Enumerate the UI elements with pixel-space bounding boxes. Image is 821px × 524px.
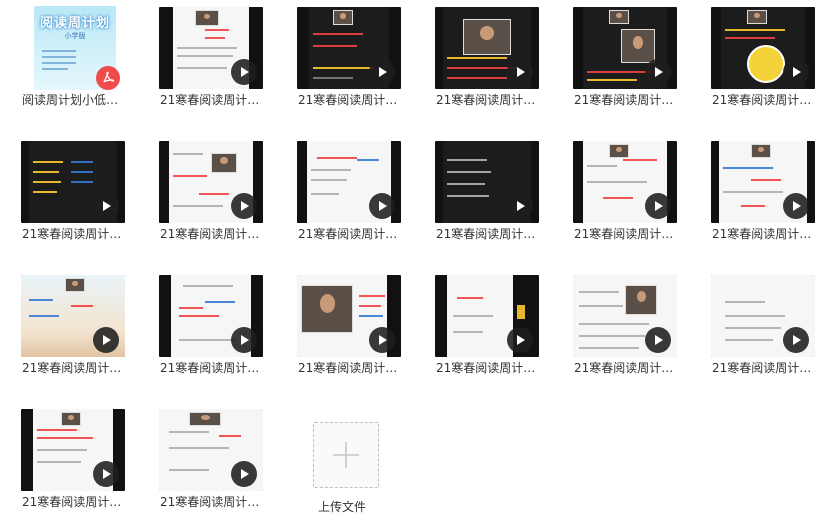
play-icon[interactable]	[231, 59, 257, 85]
file-name: 阅读周计划小低…	[22, 93, 119, 107]
file-name: 21寒春阅读周计…	[298, 93, 398, 107]
play-icon[interactable]	[369, 193, 395, 219]
file-name: 21寒春阅读周计…	[574, 227, 674, 241]
file-item[interactable]: 阅读周计划 小学版 阅读周计划小低…	[4, 0, 134, 118]
file-name: 21寒春阅读周计…	[160, 93, 260, 107]
play-icon[interactable]	[645, 327, 671, 353]
play-icon[interactable]	[507, 59, 533, 85]
play-icon[interactable]	[783, 327, 809, 353]
file-item[interactable]: 21寒春阅读周计…	[418, 268, 548, 386]
file-item[interactable]: 21寒春阅读周计…	[418, 134, 548, 252]
file-name: 21寒春阅读周计…	[436, 227, 536, 241]
file-item[interactable]: 21寒春阅读周计…	[694, 0, 821, 118]
file-name: 21寒春阅读周计…	[712, 93, 812, 107]
file-item[interactable]: 21寒春阅读周计…	[280, 134, 410, 252]
play-icon[interactable]	[507, 327, 533, 353]
file-name: 21寒春阅读周计…	[574, 361, 674, 375]
file-name: 21寒春阅读周计…	[160, 227, 260, 241]
play-icon[interactable]	[645, 59, 671, 85]
play-icon[interactable]	[783, 59, 809, 85]
file-name: 21寒春阅读周计…	[22, 361, 122, 375]
file-item[interactable]: 21寒春阅读周计…	[142, 134, 272, 252]
file-name: 21寒春阅读周计…	[574, 93, 674, 107]
file-item[interactable]: 21寒春阅读周计…	[280, 268, 410, 386]
file-item[interactable]: 21寒春阅读周计…	[418, 0, 548, 118]
file-item[interactable]: 21寒春阅读周计…	[280, 0, 410, 118]
trophy-icon	[747, 45, 785, 83]
file-item[interactable]: 21寒春阅读周计…	[556, 134, 686, 252]
cover-subtitle: 小学版	[64, 32, 86, 40]
file-item[interactable]: 21寒春阅读周计…	[694, 134, 821, 252]
file-name: 21寒春阅读周计…	[160, 361, 260, 375]
play-icon[interactable]	[93, 461, 119, 487]
play-icon[interactable]	[369, 327, 395, 353]
file-item[interactable]: 21寒春阅读周计…	[142, 268, 272, 386]
file-name: 21寒春阅读周计…	[436, 93, 536, 107]
file-name: 21寒春阅读周计…	[22, 227, 122, 241]
file-name: 21寒春阅读周计…	[712, 361, 812, 375]
file-name: 21寒春阅读周计…	[298, 361, 398, 375]
file-name: 21寒春阅读周计…	[160, 495, 260, 509]
pdf-icon	[96, 66, 120, 90]
file-item[interactable]: 21寒春阅读周计…	[556, 268, 686, 386]
play-icon[interactable]	[507, 193, 533, 219]
file-name: 21寒春阅读周计…	[298, 227, 398, 241]
file-item[interactable]: 21寒春阅读周计…	[142, 402, 272, 520]
file-item[interactable]: 21寒春阅读周计…	[142, 0, 272, 118]
play-icon[interactable]	[369, 59, 395, 85]
file-item[interactable]: 21寒春阅读周计…	[4, 402, 134, 520]
play-icon[interactable]	[231, 461, 257, 487]
file-name: 21寒春阅读周计…	[712, 227, 812, 241]
play-icon[interactable]	[645, 193, 671, 219]
file-item[interactable]: 21寒春阅读周计…	[4, 268, 134, 386]
play-icon[interactable]	[231, 193, 257, 219]
cover-title: 阅读周计划	[39, 16, 110, 31]
file-item[interactable]: 21寒春阅读周计…	[556, 0, 686, 118]
play-icon[interactable]	[93, 327, 119, 353]
file-item[interactable]: 21寒春阅读周计…	[694, 268, 821, 386]
play-icon[interactable]	[783, 193, 809, 219]
play-icon[interactable]	[231, 327, 257, 353]
upload-label: 上传文件	[318, 500, 367, 514]
file-name: 21寒春阅读周计…	[436, 361, 536, 375]
play-icon[interactable]	[93, 193, 119, 219]
file-name: 21寒春阅读周计…	[22, 495, 122, 509]
upload-button[interactable]	[313, 422, 379, 488]
plus-icon	[333, 442, 359, 468]
file-grid: 阅读周计划 小学版 阅读周计划小低… 21寒春阅读周计… 21寒春阅读周计… 2…	[0, 0, 821, 524]
file-item[interactable]: 21寒春阅读周计…	[4, 134, 134, 252]
